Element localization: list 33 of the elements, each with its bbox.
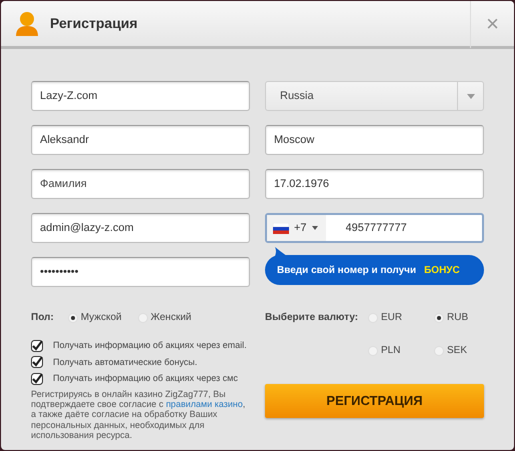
radio-option[interactable]: Женский [138,310,192,325]
radio-option[interactable]: Мужской [68,310,122,325]
caret-icon [466,94,474,98]
currency-label: Выберите валюту: [265,311,360,325]
input-field[interactable]: Фамилия [31,169,250,199]
checkbox-label: Получать информацию об акциях через смс [53,372,238,385]
radio-option[interactable]: RUB [434,310,484,325]
gender-label: Пол: [31,311,54,325]
checkbox[interactable] [31,356,43,368]
caret-icon [312,226,318,230]
user-icon [16,11,38,36]
checkbox-label: Получать информацию об акциях через email. [53,339,247,352]
input-field[interactable]: Moscow [265,125,484,155]
country-select[interactable]: Russia [265,81,484,111]
checkbox[interactable] [31,372,43,385]
input-field[interactable]: •••••••••• [31,257,250,287]
checkbox[interactable] [31,340,43,352]
promo-banner: Введи свой номер и получи БОНУС [265,247,484,285]
checkbox-label: Получать автоматические бонусы. [53,356,198,369]
input-field[interactable]: admin@lazy-z.com [31,213,250,243]
country-code-select[interactable]: +7 [267,215,326,241]
input-field[interactable]: Aleksandr [31,125,250,155]
input-field[interactable]: 17.02.1976 [265,169,484,199]
input-field[interactable]: Lazy-Z.com [31,81,250,111]
phone-field[interactable]: +7 4957777777 [265,213,484,243]
rules-link[interactable]: правилами казино [166,398,243,409]
register-button[interactable]: РЕГИСТРАЦИЯ [265,384,484,418]
window-title: Регистрация [50,14,139,33]
flag-icon [273,222,289,234]
consent-text: Регистрируясь в онлайн казино ZigZag777, Вы подтверждаете свое согласие с правилами казино, а также даёте согласие на обработку Ваших персональных данных, необходимых для использования ресурса. [31,388,246,440]
radio-option[interactable]: SEK [434,343,484,358]
radio-option[interactable]: PLN [368,343,434,358]
radio-option[interactable]: EUR [368,310,434,325]
